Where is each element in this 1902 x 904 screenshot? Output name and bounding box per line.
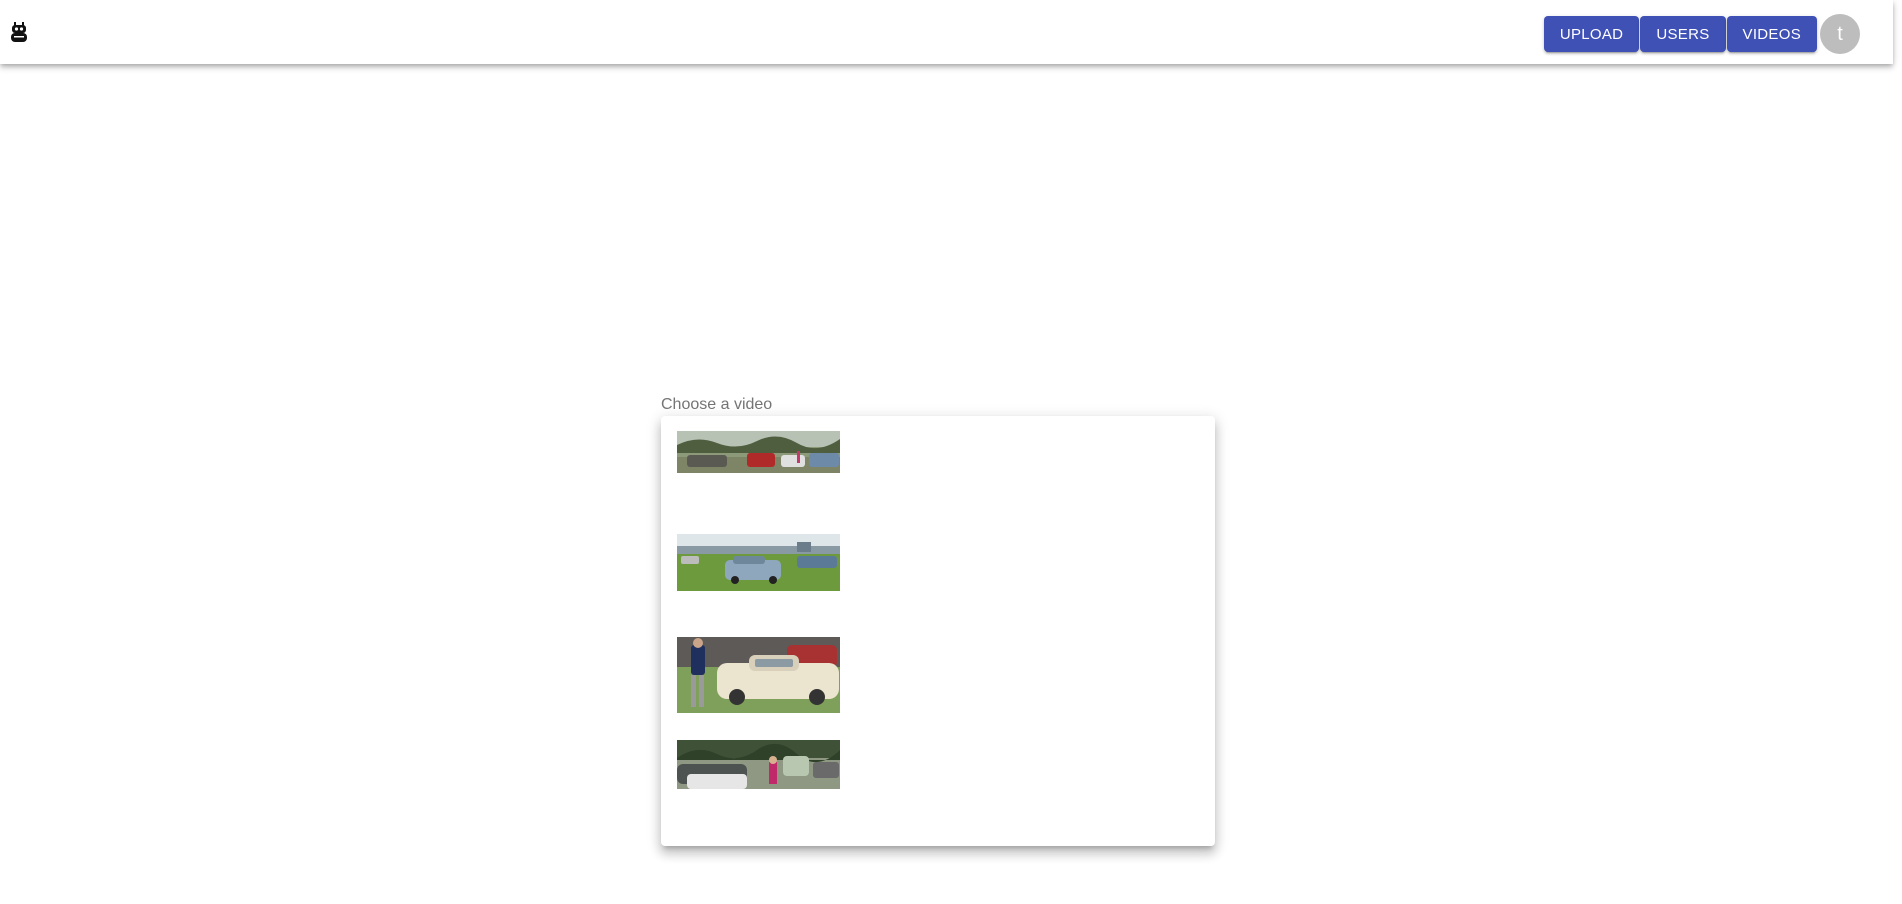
robot-icon[interactable] bbox=[10, 21, 28, 43]
top-app-bar: UPLOAD USERS VIDEOS t bbox=[0, 0, 1893, 64]
avatar[interactable]: t bbox=[1820, 14, 1860, 54]
video-option-4[interactable] bbox=[677, 740, 840, 789]
video-select-label: Choose a video bbox=[661, 396, 773, 413]
video-thumbnail-2 bbox=[677, 534, 840, 591]
video-option-2[interactable] bbox=[677, 534, 840, 591]
users-button[interactable]: USERS bbox=[1640, 16, 1726, 52]
video-option-1[interactable] bbox=[677, 431, 840, 473]
video-thumbnail-3 bbox=[677, 637, 840, 713]
video-thumbnail-1 bbox=[677, 431, 840, 473]
video-thumbnail-4 bbox=[677, 740, 840, 789]
nav-buttons: UPLOAD USERS VIDEOS t bbox=[1543, 14, 1860, 54]
video-select-menu bbox=[661, 416, 1215, 846]
videos-button[interactable]: VIDEOS bbox=[1726, 16, 1817, 52]
video-option-3[interactable] bbox=[677, 637, 840, 713]
upload-button[interactable]: UPLOAD bbox=[1543, 16, 1640, 52]
